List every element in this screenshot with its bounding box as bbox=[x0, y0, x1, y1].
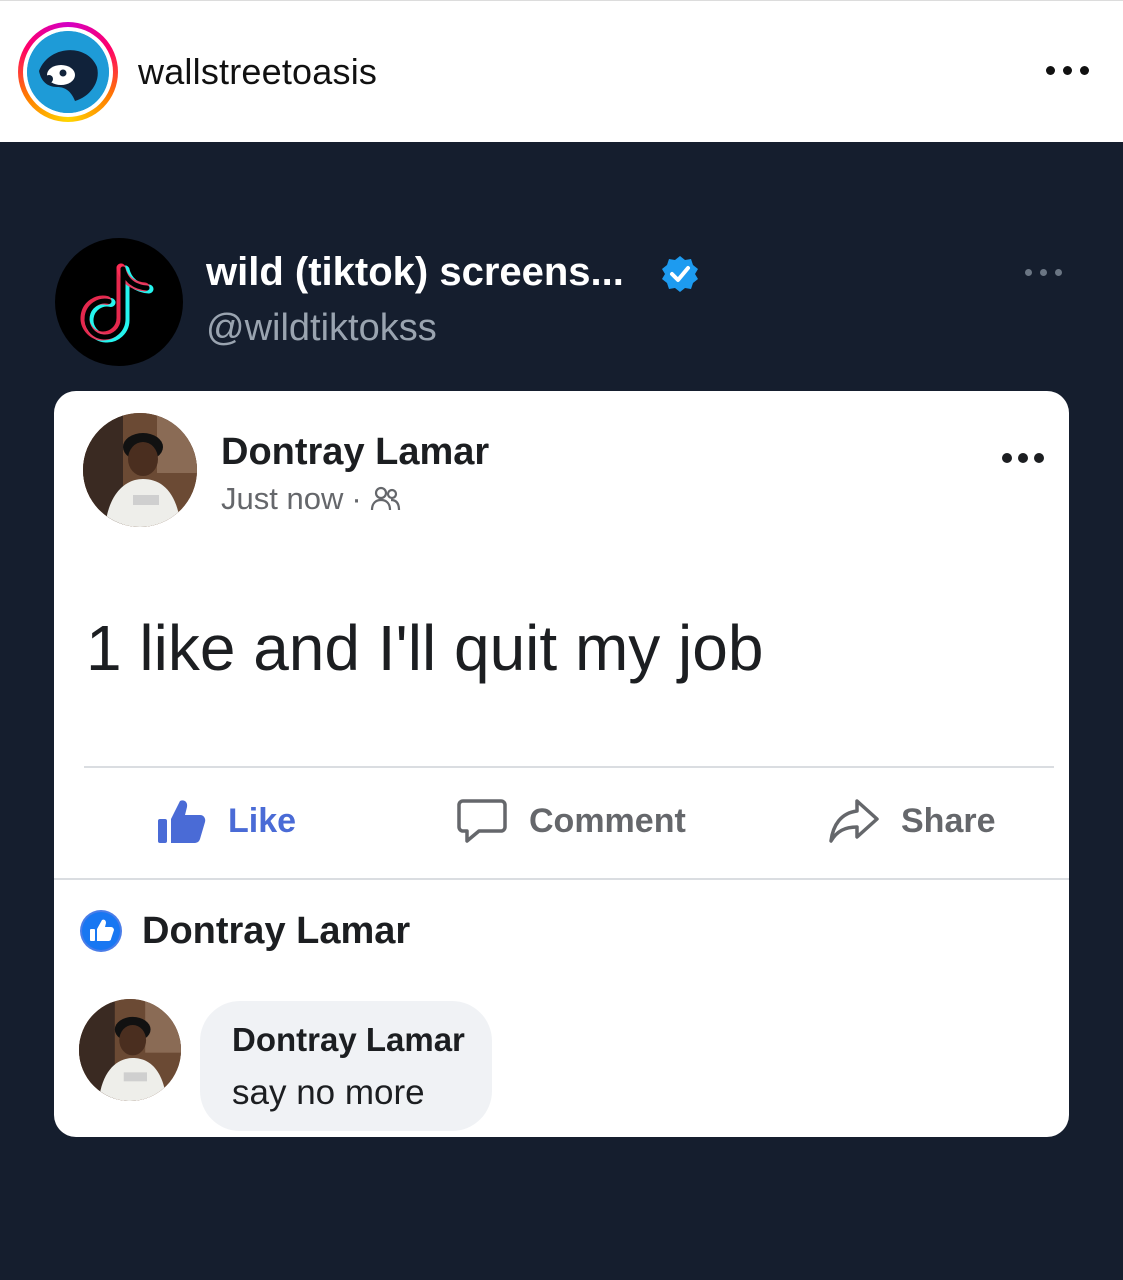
verified-badge-icon bbox=[660, 254, 700, 294]
post-author-name[interactable]: Dontray Lamar bbox=[221, 431, 489, 474]
instagram-username[interactable]: wallstreetoasis bbox=[138, 51, 377, 93]
wallstreetoasis-logo-icon bbox=[27, 31, 109, 113]
like-reaction-icon bbox=[80, 910, 122, 952]
post-text: 1 like and I'll quit my job bbox=[86, 612, 764, 684]
tweet-display-name[interactable]: wild (tiktok) screens... bbox=[206, 250, 624, 295]
comment-bubble: Dontray Lamar say no more bbox=[200, 1001, 492, 1131]
share-label: Share bbox=[901, 801, 996, 840]
post-meta: Just now · bbox=[221, 481, 402, 517]
post-timestamp[interactable]: Just now bbox=[221, 481, 343, 517]
post-more-icon[interactable] bbox=[999, 448, 1049, 468]
comment-label: Comment bbox=[529, 801, 686, 840]
story-ring[interactable] bbox=[18, 22, 118, 122]
facebook-post-card: Dontray Lamar Just now · 1 like and I'll… bbox=[54, 391, 1069, 1137]
comment-text: say no more bbox=[232, 1073, 425, 1112]
more-options-icon[interactable] bbox=[1038, 45, 1098, 95]
meta-separator: · bbox=[351, 481, 362, 516]
divider bbox=[54, 878, 1069, 880]
commenter-avatar[interactable] bbox=[79, 999, 181, 1101]
author-avatar bbox=[83, 413, 197, 527]
thumbs-up-icon bbox=[158, 800, 206, 843]
instagram-post-header: wallstreetoasis bbox=[0, 0, 1123, 142]
comment-icon bbox=[457, 799, 507, 843]
like-button[interactable]: Like bbox=[156, 786, 296, 856]
tweet-more-icon[interactable] bbox=[1020, 262, 1070, 282]
profile-avatar[interactable] bbox=[27, 31, 109, 113]
comment-button[interactable]: Comment bbox=[457, 786, 686, 856]
liked-by-name[interactable]: Dontray Lamar bbox=[142, 910, 410, 953]
comment-author[interactable]: Dontray Lamar bbox=[232, 1021, 465, 1059]
share-icon bbox=[829, 799, 879, 843]
reactions-row[interactable]: Dontray Lamar bbox=[78, 906, 410, 956]
like-label: Like bbox=[228, 801, 297, 840]
post-actions-bar: Like Comment Share bbox=[54, 786, 1069, 856]
tweet-handle[interactable]: @wildtiktokss bbox=[206, 307, 437, 350]
friends-icon[interactable] bbox=[370, 485, 402, 513]
share-button[interactable]: Share bbox=[827, 786, 996, 856]
divider bbox=[84, 766, 1054, 768]
tiktok-logo-icon bbox=[55, 238, 183, 366]
